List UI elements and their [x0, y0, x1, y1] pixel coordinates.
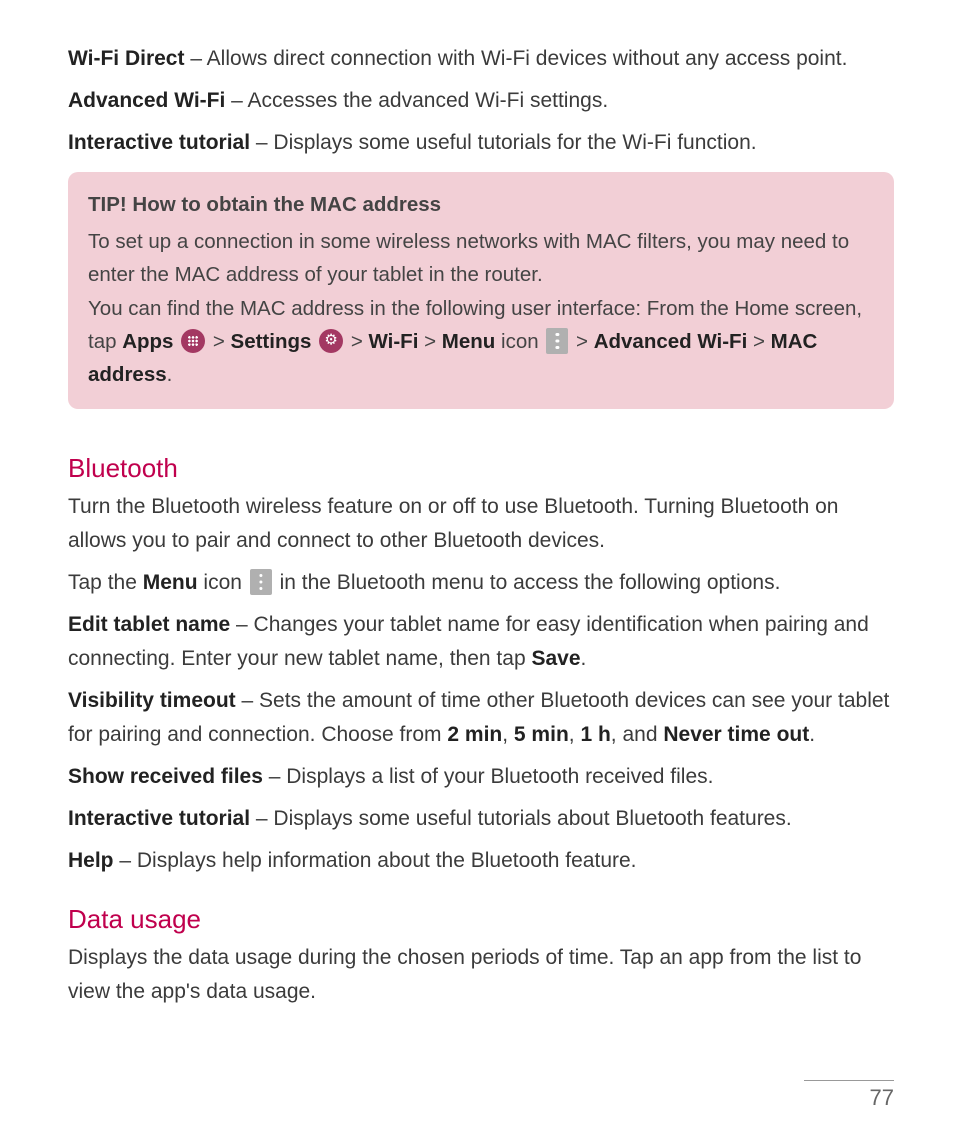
bt-tutorial-label: Interactive tutorial: [68, 807, 250, 830]
bt-icon-word: icon: [198, 571, 248, 594]
bt-vis-c3: , and: [611, 723, 664, 746]
tip-box: TIP! How to obtain the MAC address To se…: [68, 172, 894, 409]
tip-period: .: [167, 363, 173, 386]
bt-help-label: Help: [68, 849, 114, 872]
bt-vis-c2: ,: [569, 723, 581, 746]
bt-edit-tablet-name-item: Edit tablet name – Changes your tablet n…: [68, 608, 894, 676]
bt-edit-desc-b: .: [581, 647, 587, 670]
tip-sep1: >: [213, 330, 231, 353]
tip-line1: To set up a connection in some wireless …: [88, 225, 874, 291]
bt-show-files-item: Show received files – Displays a list of…: [68, 760, 894, 794]
wifi-direct-item: Wi-Fi Direct – Allows direct connection …: [68, 42, 894, 76]
apps-icon: [181, 329, 205, 353]
tip-title: TIP! How to obtain the MAC address: [88, 188, 874, 221]
bt-tutorial-item: Interactive tutorial – Displays some use…: [68, 802, 894, 836]
bt-edit-save: Save: [531, 647, 580, 670]
bt-tap-suffix: in the Bluetooth menu to access the foll…: [274, 571, 781, 594]
bt-tap-prefix: Tap the: [68, 571, 143, 594]
manual-page: Wi-Fi Direct – Allows direct connection …: [0, 0, 954, 1145]
tip-wifi-label: Wi-Fi: [368, 330, 418, 353]
bt-show-files-label: Show received files: [68, 765, 263, 788]
tip-icon-word: icon: [495, 330, 544, 353]
bluetooth-intro: Turn the Bluetooth wireless feature on o…: [68, 490, 894, 558]
interactive-tutorial-wifi-label: Interactive tutorial: [68, 131, 250, 154]
tip-menu-label: Menu: [442, 330, 496, 353]
bt-help-desc: – Displays help information about the Bl…: [114, 849, 637, 872]
wifi-direct-desc: – Allows direct connection with Wi-Fi de…: [184, 47, 847, 70]
tip-settings-label: Settings: [231, 330, 312, 353]
advanced-wifi-label: Advanced Wi-Fi: [68, 89, 225, 112]
bluetooth-tap-line: Tap the Menu icon in the Bluetooth menu …: [68, 566, 894, 600]
advanced-wifi-item: Advanced Wi-Fi – Accesses the advanced W…: [68, 84, 894, 118]
bt-help-item: Help – Displays help information about t…: [68, 844, 894, 878]
interactive-tutorial-wifi-desc: – Displays some useful tutorials for the…: [250, 131, 757, 154]
interactive-tutorial-wifi-item: Interactive tutorial – Displays some use…: [68, 126, 894, 160]
wifi-direct-label: Wi-Fi Direct: [68, 47, 184, 70]
bt-vis-v1: 2 min: [447, 723, 502, 746]
tip-sep2: >: [351, 330, 369, 353]
footer-divider: [804, 1080, 894, 1081]
menu-overflow-icon: [546, 328, 568, 354]
settings-gear-icon: [319, 329, 343, 353]
menu-overflow-icon: [250, 569, 272, 595]
tip-apps-label: Apps: [122, 330, 173, 353]
page-number: 77: [804, 1085, 894, 1111]
bt-vis-v2: 5 min: [514, 723, 569, 746]
tip-sep5: >: [747, 330, 770, 353]
bt-vis-v4: Never time out: [663, 723, 809, 746]
page-footer: 77: [804, 1080, 894, 1111]
data-usage-heading: Data usage: [68, 904, 894, 935]
bt-vis-c1: ,: [502, 723, 514, 746]
data-usage-desc: Displays the data usage during the chose…: [68, 941, 894, 1009]
advanced-wifi-desc: – Accesses the advanced Wi-Fi settings.: [225, 89, 608, 112]
data-usage-section: Data usage Displays the data usage durin…: [68, 904, 894, 1009]
tip-adv-wifi-label: Advanced Wi-Fi: [594, 330, 748, 353]
bt-show-files-desc: – Displays a list of your Bluetooth rece…: [263, 765, 714, 788]
bluetooth-heading: Bluetooth: [68, 453, 894, 484]
bt-visibility-desc-b: .: [809, 723, 815, 746]
tip-line2: You can find the MAC address in the foll…: [88, 292, 874, 392]
bt-edit-label: Edit tablet name: [68, 613, 230, 636]
tip-sep3: >: [418, 330, 441, 353]
bt-menu-label: Menu: [143, 571, 198, 594]
bt-visibility-item: Visibility timeout – Sets the amount of …: [68, 684, 894, 752]
bt-vis-v3: 1 h: [580, 723, 610, 746]
bt-tutorial-desc: – Displays some useful tutorials about B…: [250, 807, 792, 830]
bluetooth-section: Bluetooth Turn the Bluetooth wireless fe…: [68, 453, 894, 878]
tip-sep4: >: [570, 330, 593, 353]
bt-visibility-label: Visibility timeout: [68, 689, 236, 712]
